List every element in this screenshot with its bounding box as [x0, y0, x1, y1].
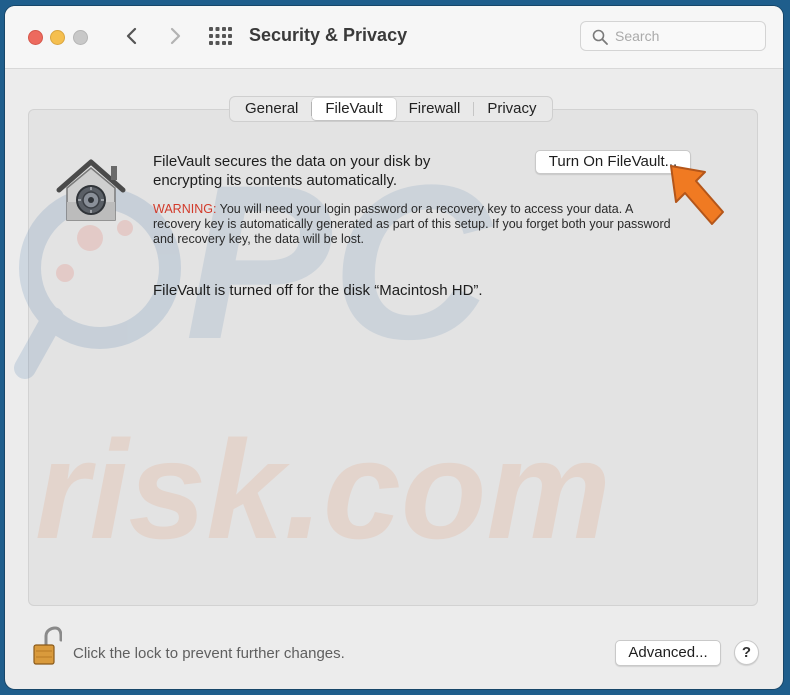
minimize-icon[interactable]: [50, 30, 65, 45]
close-icon[interactable]: [28, 30, 43, 45]
chevron-left-icon[interactable]: [118, 22, 146, 50]
filevault-house-icon: [56, 159, 126, 221]
filevault-warning: WARNING: You will need your login passwo…: [153, 202, 683, 247]
grid-icon[interactable]: [208, 26, 232, 46]
filevault-description: FileVault secures the data on your disk …: [153, 153, 431, 189]
warning-text: You will need your login password or a r…: [153, 202, 671, 246]
window-title: Security & Privacy: [249, 25, 408, 45]
search-field[interactable]: [580, 21, 766, 51]
search-icon: [592, 29, 608, 45]
zoom-icon[interactable]: [73, 30, 88, 45]
chevron-right-icon[interactable]: [161, 22, 189, 50]
help-button[interactable]: ?: [734, 640, 759, 665]
tab-general[interactable]: General: [232, 98, 311, 120]
tab-bar: General FileVault Firewall Privacy: [229, 96, 553, 122]
lock-hint-text: Click the lock to prevent further change…: [73, 645, 345, 662]
title-bar: Security & Privacy: [5, 6, 783, 69]
advanced-button[interactable]: Advanced...: [615, 640, 721, 666]
tab-filevault[interactable]: FileVault: [312, 98, 396, 120]
preferences-window: Security & Privacy PC risk.com General F…: [5, 6, 783, 689]
lock-open-icon[interactable]: [32, 626, 62, 666]
tab-privacy[interactable]: Privacy: [474, 98, 549, 120]
warning-label: WARNING:: [153, 202, 217, 216]
search-input[interactable]: [615, 27, 755, 45]
tab-firewall[interactable]: Firewall: [396, 98, 474, 120]
filevault-status: FileVault is turned off for the disk “Ma…: [153, 282, 483, 299]
